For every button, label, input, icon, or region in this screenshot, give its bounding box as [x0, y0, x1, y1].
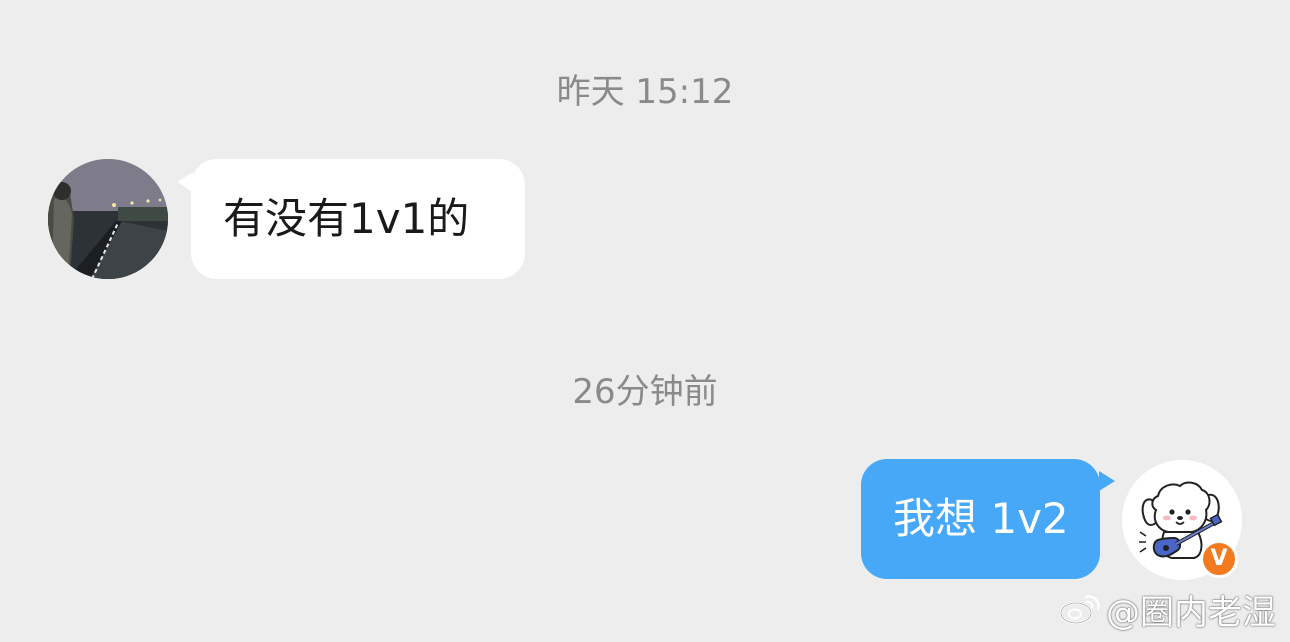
outgoing-message-bubble[interactable]: 我想 1v2 — [861, 459, 1100, 579]
verified-badge: V — [1200, 540, 1238, 578]
timestamp-recent: 26分钟前 — [572, 372, 718, 412]
incoming-message-bubble[interactable]: 有没有1v1的 — [191, 159, 525, 279]
contact-avatar[interactable] — [48, 159, 168, 279]
road-photo-icon — [48, 159, 168, 279]
outgoing-bubble-tail — [1099, 471, 1115, 491]
timestamp-yesterday: 昨天 15:12 — [556, 72, 734, 112]
watermark-text: @圈内老湿 — [1106, 592, 1276, 633]
watermark: @圈内老湿 — [1058, 584, 1276, 634]
weibo-logo-icon — [1059, 595, 1100, 625]
